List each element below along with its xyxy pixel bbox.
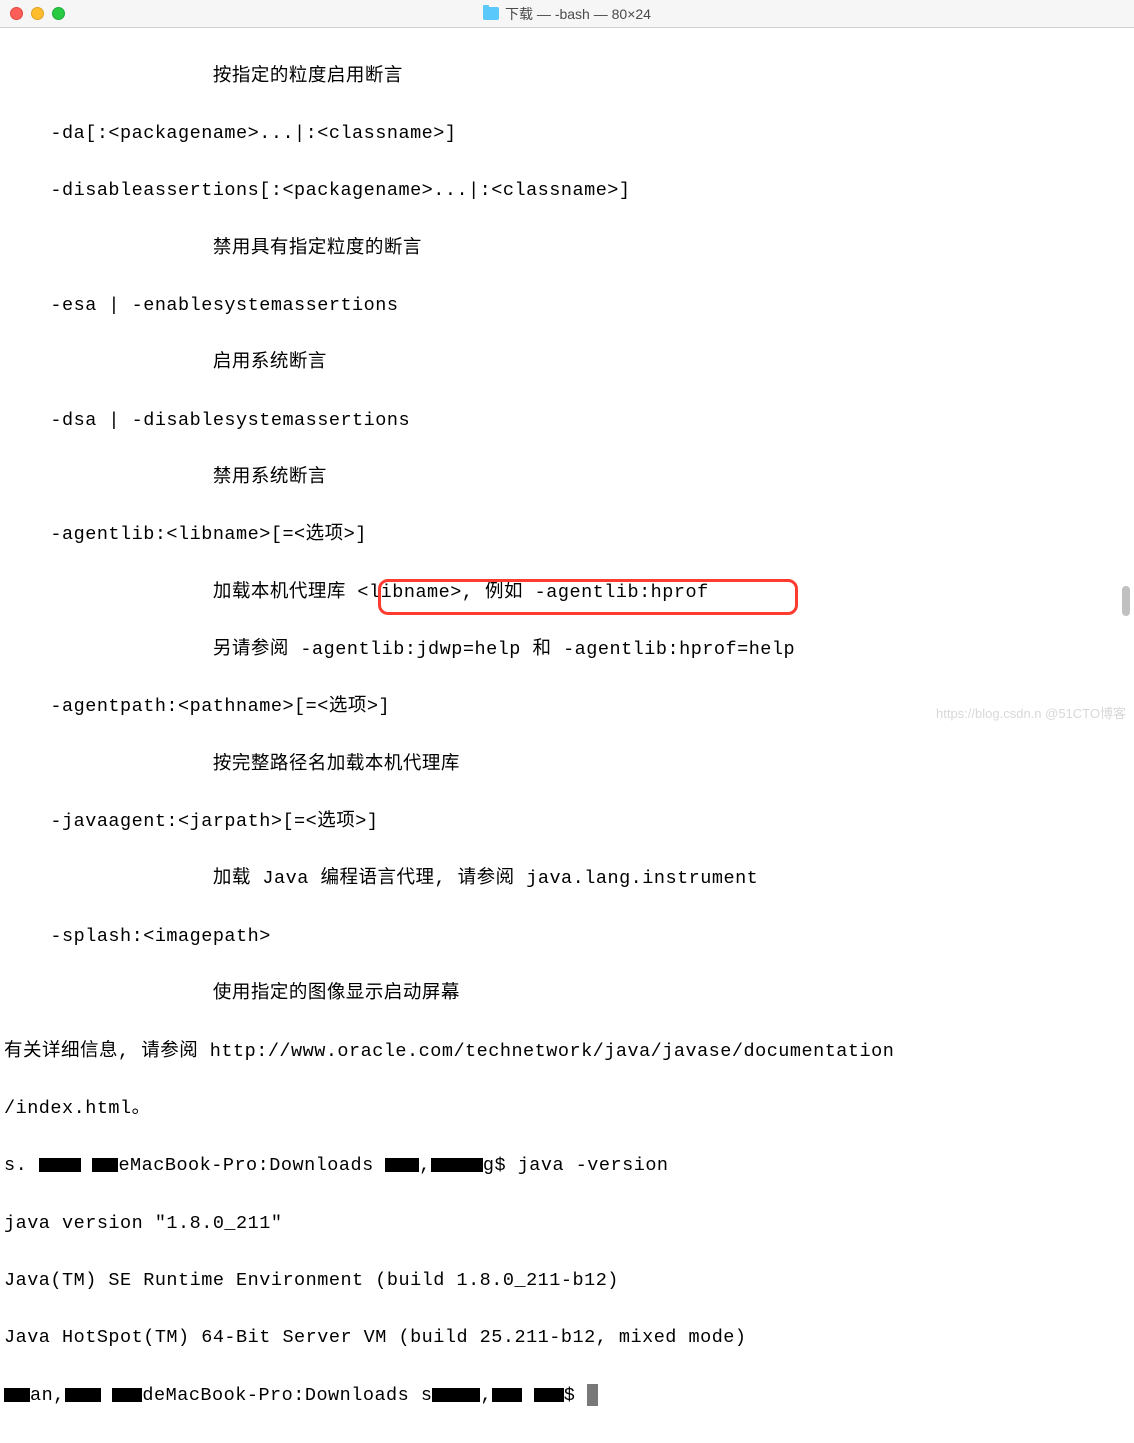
terminal-line: 加载本机代理库 <libname>, 例如 -agentlib:hprof <box>4 579 1130 608</box>
terminal-line: 启用系统断言 <box>4 349 1130 378</box>
terminal-line: 禁用系统断言 <box>4 464 1130 493</box>
watermark-text: https://blog.csdn.n @51CTO博客 <box>936 703 1126 722</box>
terminal-line: java version "1.8.0_211" <box>4 1210 1130 1239</box>
redacted-text <box>492 1388 522 1402</box>
redacted-text <box>432 1388 480 1402</box>
terminal-line: Java HotSpot(TM) 64-Bit Server VM (build… <box>4 1324 1130 1353</box>
terminal-line: 使用指定的图像显示启动屏幕 <box>4 980 1130 1009</box>
terminal-cursor <box>587 1384 598 1406</box>
terminal-line: -dsa | -disablesystemassertions <box>4 407 1130 436</box>
prompt-symbol: $ <box>564 1385 587 1406</box>
maximize-window-button[interactable] <box>52 7 65 20</box>
redacted-text <box>112 1388 142 1402</box>
terminal-prompt-line: an, deMacBook-Pro:Downloads s, $ <box>4 1382 1130 1411</box>
prompt-command: g$ java -version <box>483 1155 669 1176</box>
terminal-line: /index.html。 <box>4 1095 1130 1124</box>
redacted-text <box>65 1388 101 1402</box>
prompt-prefix: an, <box>30 1385 65 1406</box>
close-window-button[interactable] <box>10 7 23 20</box>
window-titlebar: 下载 — -bash — 80×24 <box>0 0 1134 28</box>
terminal-line: -javaagent:<jarpath>[=<选项>] <box>4 808 1130 837</box>
redacted-text <box>431 1158 483 1172</box>
terminal-line: 有关详细信息, 请参阅 http://www.oracle.com/techne… <box>4 1038 1130 1067</box>
terminal-line: 按指定的粒度启用断言 <box>4 63 1130 92</box>
terminal-line: 加载 Java 编程语言代理, 请参阅 java.lang.instrument <box>4 865 1130 894</box>
terminal-line: Java(TM) SE Runtime Environment (build 1… <box>4 1267 1130 1296</box>
terminal-line: 另请参阅 -agentlib:jdwp=help 和 -agentlib:hpr… <box>4 636 1130 665</box>
terminal-line: 禁用具有指定粒度的断言 <box>4 235 1130 264</box>
prompt-prefix: s. <box>4 1155 27 1176</box>
terminal-line: -agentlib:<libname>[=<选项>] <box>4 521 1130 550</box>
window-title: 下载 — -bash — 80×24 <box>483 4 651 24</box>
window-title-text: 下载 — -bash — 80×24 <box>505 4 651 24</box>
folder-icon <box>483 7 499 20</box>
minimize-window-button[interactable] <box>31 7 44 20</box>
terminal-line: -esa | -enablesystemassertions <box>4 292 1130 321</box>
redacted-text <box>534 1388 564 1402</box>
terminal-line: -splash:<imagepath> <box>4 923 1130 952</box>
traffic-lights <box>10 7 65 20</box>
redacted-text <box>39 1158 81 1172</box>
terminal-line: -disableassertions[:<packagename>...|:<c… <box>4 177 1130 206</box>
prompt-host: deMacBook-Pro:Downloads s <box>142 1385 432 1406</box>
prompt-host: eMacBook-Pro:Downloads <box>118 1155 385 1176</box>
terminal-prompt-line: s. eMacBook-Pro:Downloads ,g$ java -vers… <box>4 1152 1130 1181</box>
terminal-output[interactable]: 按指定的粒度启用断言 -da[:<packagename>...|:<class… <box>0 28 1134 1443</box>
redacted-text <box>385 1158 419 1172</box>
redacted-text <box>4 1388 30 1402</box>
terminal-line: -da[:<packagename>...|:<classname>] <box>4 120 1130 149</box>
redacted-text <box>92 1158 118 1172</box>
terminal-line: 按完整路径名加载本机代理库 <box>4 751 1130 780</box>
scrollbar-thumb[interactable] <box>1122 586 1130 616</box>
